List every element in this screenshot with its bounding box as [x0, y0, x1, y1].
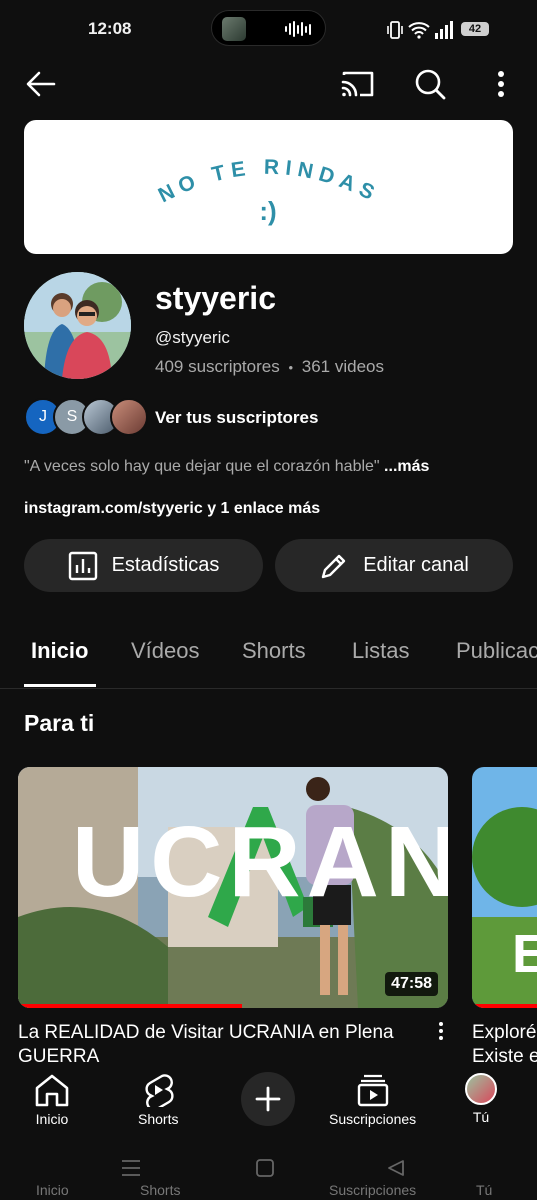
video-thumbnail[interactable]: UCRANIA 47:58: [18, 767, 448, 1008]
search-button[interactable]: [410, 64, 450, 104]
video-title[interactable]: La REALIDAD de Visitar UCRANIA en Plena …: [18, 1021, 418, 1069]
arrow-left-icon: [26, 71, 56, 97]
description-text: "A veces solo hay que dejar que el coraz…: [24, 458, 380, 475]
video-title-line: Exploré: [472, 1022, 537, 1043]
signal-icon: [434, 21, 456, 44]
home-square-icon[interactable]: [255, 1158, 275, 1183]
nav-shorts-label: Shorts: [138, 1111, 179, 1127]
profile-avatar: [465, 1073, 497, 1105]
subscriber-avatar: [110, 398, 148, 436]
stats-button-label: Estadísticas: [111, 554, 220, 576]
ghost-label: Inicio: [36, 1182, 69, 1198]
tab-videos[interactable]: Vídeos: [131, 638, 200, 664]
video-duration: 47:58: [385, 972, 438, 996]
nav-home[interactable]: Inicio: [34, 1073, 70, 1127]
channel-banner: NO TE RINDAS :): [24, 120, 513, 254]
wifi-icon: [408, 21, 430, 44]
vibrate-icon: [386, 20, 404, 45]
channel-name: styyeric: [155, 280, 276, 316]
more-vertical-icon: [439, 1022, 443, 1026]
banner-line2: :): [259, 196, 276, 226]
tab-publicaciones[interactable]: Publicaciones: [456, 638, 537, 664]
subscriptions-icon: [357, 1074, 388, 1107]
nav-subscriptions-label: Suscripciones: [329, 1111, 417, 1127]
video-title[interactable]: Exploré Existe e: [472, 1021, 537, 1069]
ghost-label: Suscripciones: [329, 1182, 417, 1198]
bar-chart-icon: [68, 551, 97, 580]
channel-description[interactable]: "A veces solo hay que dejar que el coraz…: [24, 458, 429, 476]
tab-shorts[interactable]: Shorts: [242, 638, 306, 664]
more-vertical-icon: [498, 71, 504, 97]
nav-you[interactable]: Tú: [465, 1073, 497, 1125]
channel-avatar[interactable]: [24, 272, 131, 379]
ghost-label: Tú: [476, 1182, 493, 1198]
tab-inicio[interactable]: Inicio: [31, 638, 88, 664]
description-more[interactable]: ...más: [384, 458, 429, 475]
edit-channel-label: Editar canal: [363, 554, 469, 576]
thumbnail-text: UCRANIA: [72, 806, 448, 918]
nav-subscriptions[interactable]: Suscripciones: [329, 1073, 416, 1127]
channel-stats: 409 suscriptores • 361 videos: [155, 357, 384, 377]
watch-progress-bar: [18, 1004, 242, 1008]
shorts-icon: [145, 1074, 174, 1107]
channel-links[interactable]: instagram.com/styyeric y 1 enlace más: [24, 500, 320, 518]
channel-tabs: Inicio Vídeos Shorts Listas Publicacione…: [0, 630, 537, 689]
plus-icon: [255, 1086, 281, 1112]
subscriber-count: 409 suscriptores: [155, 357, 280, 376]
video-count: 361 videos: [301, 357, 384, 376]
audio-wave-icon: [285, 21, 311, 37]
nav-home-label: Inicio: [35, 1111, 69, 1127]
status-time: 12:08: [88, 19, 132, 38]
create-button[interactable]: [241, 1072, 295, 1126]
edit-channel-button[interactable]: Editar canal: [275, 539, 513, 592]
media-thumbnail: [222, 17, 246, 41]
more-options-button[interactable]: [481, 64, 521, 104]
video-thumbnail[interactable]: ES: [472, 767, 537, 1008]
battery-indicator: 42: [461, 22, 489, 36]
home-icon: [35, 1074, 69, 1107]
channel-handle: @styyeric: [155, 328, 230, 347]
view-subscribers-link[interactable]: Ver tus suscriptores: [155, 408, 318, 428]
subscriber-avatars[interactable]: J S: [24, 398, 148, 436]
stats-separator: •: [288, 360, 294, 375]
cast-icon: [341, 71, 374, 97]
nav-shorts[interactable]: Shorts: [138, 1073, 178, 1127]
video-more-button[interactable]: [434, 1022, 448, 1046]
recents-icon[interactable]: [121, 1159, 141, 1182]
ghost-label: Shorts: [140, 1182, 181, 1198]
pencil-icon: [321, 554, 346, 578]
back-triangle-icon[interactable]: [386, 1158, 406, 1183]
nav-you-label: Tú: [472, 1109, 490, 1125]
search-icon: [415, 69, 446, 100]
watch-progress-bar: [472, 1004, 537, 1008]
active-tab-indicator: [24, 684, 96, 687]
bottom-navigation: Inicio Shorts Suscripciones Tú: [0, 1063, 537, 1141]
back-button[interactable]: [21, 64, 61, 104]
section-title: Para ti: [24, 710, 95, 736]
nav-label-ghost: Inicio Shorts Suscripciones Tú: [0, 1182, 537, 1200]
cast-button[interactable]: [338, 64, 378, 104]
stats-button[interactable]: Estadísticas: [24, 539, 263, 592]
thumbnail-text: ES: [512, 924, 537, 984]
dynamic-island[interactable]: [211, 10, 326, 46]
tab-listas[interactable]: Listas: [352, 638, 409, 664]
